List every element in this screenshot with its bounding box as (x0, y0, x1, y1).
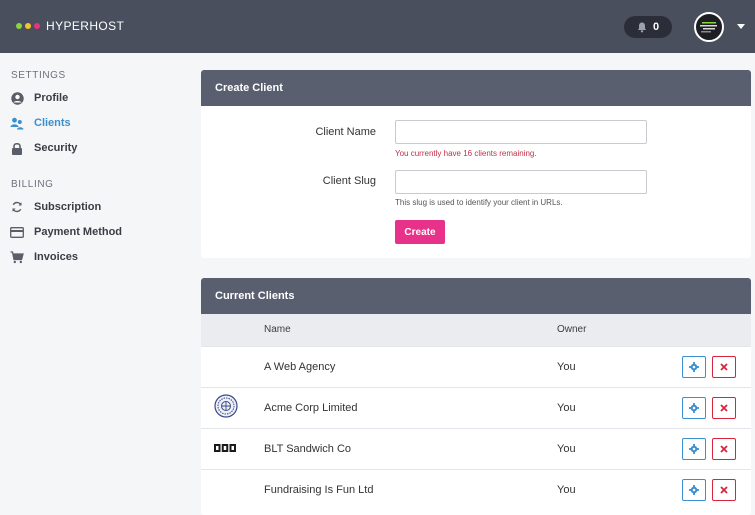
client-name-label: Client Name (315, 126, 376, 138)
brand-dot-green (16, 23, 22, 29)
table-row: Acme Corp Limited You (201, 387, 751, 428)
notifications-button[interactable]: 0 (624, 16, 672, 38)
current-clients-panel: Current Clients Name Owner A Web Agency … (201, 278, 751, 515)
sidebar-item-profile[interactable]: Profile (10, 89, 68, 107)
create-client-panel: Create Client Client Name You currently … (201, 70, 751, 258)
users-icon (10, 116, 24, 130)
sidebar-item-label: Subscription (34, 201, 102, 213)
app-logo[interactable]: HYPERHOST (16, 19, 124, 33)
brand-dot-pink (34, 23, 40, 29)
billing-heading: BILLING (11, 179, 54, 190)
client-name-hint: You currently have 16 clients remaining. (395, 149, 537, 158)
sidebar-item-subscription[interactable]: Subscription (10, 198, 101, 216)
client-settings-button[interactable] (682, 396, 706, 419)
client-owner: You (557, 360, 576, 373)
user-avatar[interactable] (694, 12, 724, 42)
client-slug-input[interactable] (395, 170, 647, 194)
client-name: A Web Agency (264, 360, 336, 373)
sidebar-item-label: Clients (34, 117, 71, 129)
client-owner: You (557, 442, 576, 455)
column-header-logo (201, 314, 264, 346)
user-menu-chevron-down-icon[interactable] (737, 24, 745, 29)
client-logo-cell (201, 346, 264, 387)
sidebar-item-invoices[interactable]: Invoices (10, 248, 78, 266)
client-delete-button[interactable] (712, 355, 736, 378)
column-header-name: Name (264, 324, 291, 336)
clients-table: Name Owner A Web Agency You Acme Corp Li… (201, 314, 751, 510)
sidebar-item-label: Payment Method (34, 226, 123, 238)
settings-heading: SETTINGS (11, 70, 66, 81)
client-settings-button[interactable] (682, 355, 706, 378)
terminal-lines-icon (700, 22, 717, 33)
client-owner: You (557, 401, 576, 414)
client-slug-label: Client Slug (322, 175, 376, 187)
sidebar-item-label: Invoices (34, 251, 79, 263)
user-circle-icon (10, 91, 24, 105)
cog-icon (689, 402, 699, 413)
current-clients-title: Current Clients (201, 278, 751, 314)
brand-dot-yellow (25, 23, 31, 29)
top-navbar: HYPERHOST 0 (0, 0, 755, 53)
sidebar-item-label: Profile (34, 92, 69, 104)
sidebar-item-clients[interactable]: Clients (10, 114, 71, 132)
client-delete-button[interactable] (712, 396, 736, 419)
sidebar-item-label: Security (34, 142, 78, 154)
cart-icon (10, 250, 24, 264)
client-delete-button[interactable] (712, 437, 736, 460)
client-name: Fundraising Is Fun Ltd (264, 483, 374, 496)
credit-card-icon (10, 225, 24, 239)
create-client-button[interactable]: Create (395, 220, 445, 244)
client-logo-cell (201, 428, 264, 469)
close-icon (720, 444, 728, 453)
client-name: Acme Corp Limited (264, 401, 358, 414)
table-row: Fundraising Is Fun Ltd You (201, 469, 751, 510)
close-icon (720, 362, 728, 371)
table-row: BLT Sandwich Co You (201, 428, 751, 469)
client-logo-cell (201, 387, 264, 428)
client-delete-button[interactable] (712, 478, 736, 501)
create-client-title: Create Client (201, 70, 751, 106)
sidebar-item-security[interactable]: Security (10, 139, 77, 157)
table-header-row: Name Owner (201, 314, 751, 346)
client-name-input[interactable] (395, 120, 647, 144)
row-actions (682, 387, 751, 428)
round-seal-logo (214, 394, 238, 418)
close-icon (720, 403, 728, 412)
sidebar-item-payment-method[interactable]: Payment Method (10, 223, 122, 241)
row-actions (682, 469, 751, 510)
column-header-owner: Owner (557, 324, 587, 336)
notification-count: 0 (652, 21, 660, 33)
table-row: A Web Agency You (201, 346, 751, 387)
lock-icon (10, 141, 24, 155)
client-name: BLT Sandwich Co (264, 442, 352, 455)
client-logo-cell (201, 469, 264, 510)
row-actions (682, 346, 751, 387)
refresh-icon (10, 200, 24, 214)
logo-text: HYPERHOST (46, 19, 125, 33)
bbc-style-logo (214, 443, 236, 452)
cog-icon (689, 484, 699, 495)
cog-icon (689, 443, 699, 454)
client-owner: You (557, 483, 576, 496)
close-icon (720, 486, 728, 494)
client-slug-hint: This slug is used to identify your clien… (395, 198, 563, 207)
column-header-actions (682, 314, 751, 346)
cog-icon (689, 361, 699, 372)
row-actions (682, 428, 751, 469)
client-settings-button[interactable] (682, 478, 706, 501)
client-settings-button[interactable] (682, 437, 706, 460)
bell-icon (637, 22, 647, 32)
